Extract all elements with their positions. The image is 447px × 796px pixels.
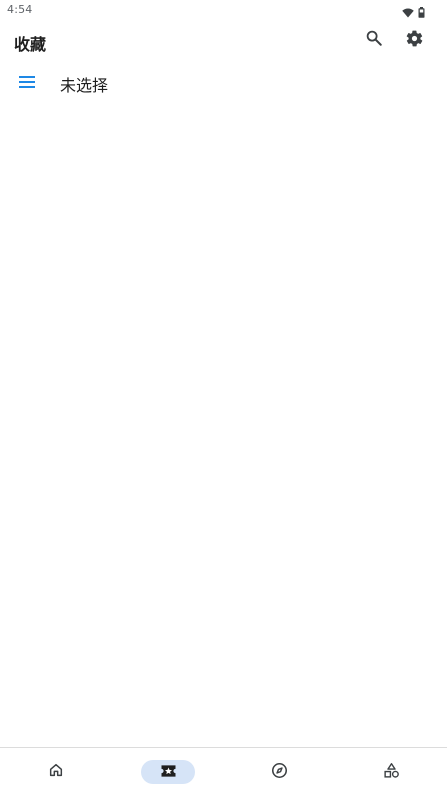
battery-icon <box>418 3 425 22</box>
favorites-list <box>0 100 447 747</box>
search-button[interactable] <box>360 26 388 54</box>
menu-icon <box>19 73 35 92</box>
app-screen: 4:54 收藏 未选择 <box>0 0 447 796</box>
status-bar: 4:54 <box>0 0 447 20</box>
wifi-icon <box>402 3 414 22</box>
bottom-navigation <box>0 747 447 796</box>
settings-button[interactable] <box>400 26 428 54</box>
nav-home[interactable] <box>29 760 83 784</box>
category-menu-button[interactable] <box>13 68 41 96</box>
app-bar: 收藏 <box>0 22 447 60</box>
status-icons <box>402 3 425 22</box>
settings-icon <box>405 29 424 52</box>
search-icon <box>365 29 383 51</box>
nav-more[interactable] <box>364 760 418 784</box>
explore-icon <box>271 762 288 783</box>
nav-explore[interactable] <box>252 760 306 784</box>
more-icon <box>383 762 400 783</box>
category-label[interactable]: 未选择 <box>60 72 108 96</box>
home-icon <box>48 762 64 782</box>
status-time: 4:54 <box>7 3 33 16</box>
category-selector: 未选择 <box>0 64 447 100</box>
page-title: 收藏 <box>14 35 47 54</box>
favorites-icon <box>160 763 177 782</box>
nav-favorites[interactable] <box>141 760 195 784</box>
